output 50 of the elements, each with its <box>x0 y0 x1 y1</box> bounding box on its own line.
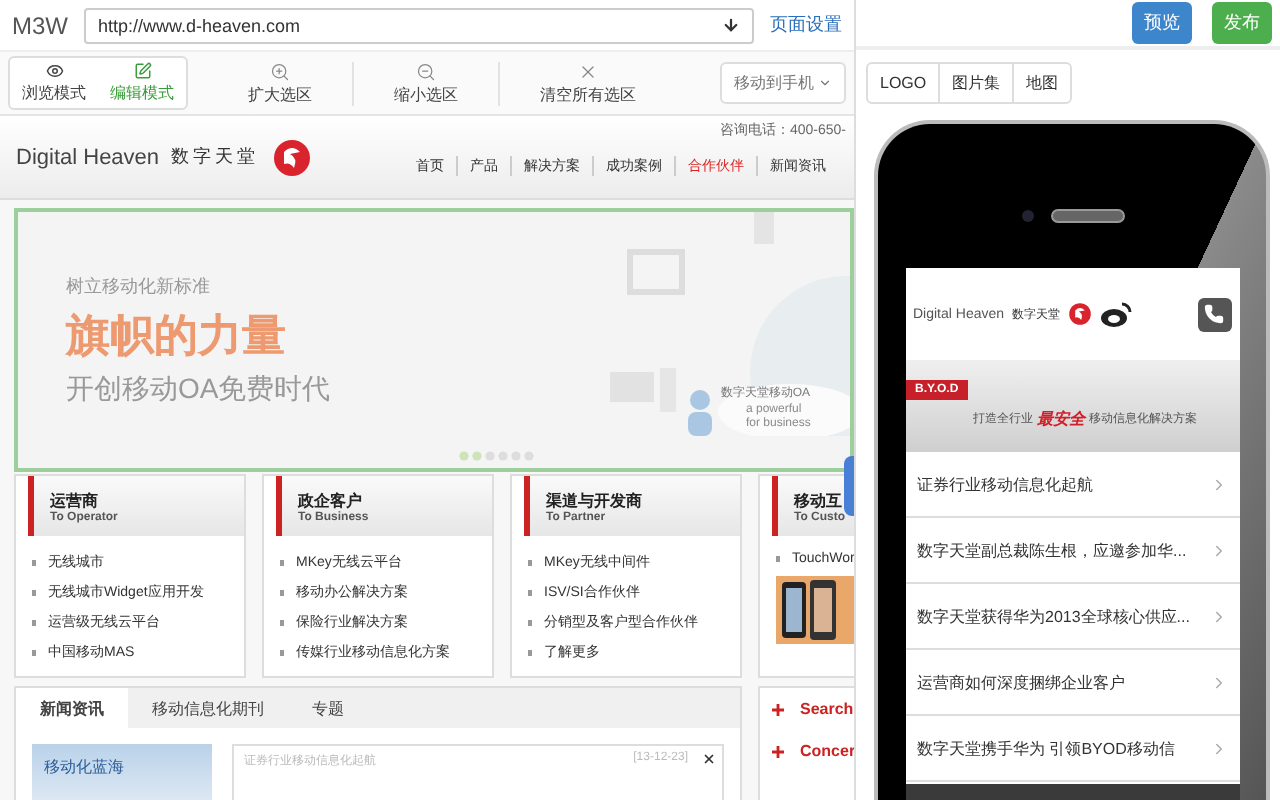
zoom-in-icon <box>270 61 290 81</box>
close-icon[interactable] <box>702 752 716 766</box>
weibo-icon[interactable] <box>1100 300 1133 328</box>
logo-text: 数字天堂 <box>171 144 260 170</box>
news-item[interactable]: 证券行业移动信息化起航 <box>905 452 1239 518</box>
side-tab[interactable] <box>844 456 854 516</box>
tool-button[interactable]: 清空所有选区 <box>528 57 648 109</box>
card-title: 移动互 <box>794 489 842 509</box>
plus-icon <box>772 703 784 715</box>
url-field[interactable]: http://www.d-heaven.com <box>84 7 754 43</box>
mode-button[interactable]: 浏览模式 <box>10 58 98 108</box>
news-item[interactable]: 数字天堂获得华为2013全球核心供应... <box>905 584 1239 650</box>
edit-icon <box>133 62 151 80</box>
logo-text: Digital Heaven <box>16 145 160 169</box>
caret-icon <box>818 76 832 90</box>
eye-icon <box>45 62 63 80</box>
news-item[interactable]: 运营商如何深度捆绑企业客户 <box>905 650 1239 716</box>
slide-dots[interactable] <box>458 450 538 462</box>
zoom-out-icon <box>416 61 436 81</box>
side-title: Concer <box>800 742 854 760</box>
widget-tab[interactable]: 图片集 <box>938 62 1015 104</box>
widget-tab[interactable]: 地图 <box>1012 62 1073 104</box>
promo-highlight: 最安全 <box>1037 407 1085 429</box>
logo-icon <box>271 137 312 177</box>
banner-kicker: 树立移动化新标准 <box>66 273 210 299</box>
mode-button[interactable]: 编辑模式 <box>98 58 186 108</box>
widget-tab[interactable]: LOGO <box>866 62 941 104</box>
news-tab[interactable]: 专题 <box>288 688 368 728</box>
action-button[interactable]: 预览 <box>1132 2 1192 44</box>
move-dropdown[interactable]: 移动到手机 <box>720 62 846 104</box>
news-tab[interactable]: 新闻资讯 <box>16 688 128 728</box>
tool-button[interactable]: 缩小选区 <box>382 57 470 109</box>
tool-button[interactable]: 扩大选区 <box>236 57 324 109</box>
logo-icon <box>1068 302 1093 326</box>
download-icon[interactable] <box>722 16 740 34</box>
card-title: 运营商 <box>50 489 98 509</box>
card-title: 渠道与开发商 <box>546 489 644 509</box>
news-item[interactable]: 数字天堂携手华为 引领BYOD移动信 <box>905 716 1239 782</box>
phone-icon[interactable] <box>1197 297 1231 331</box>
settings-link[interactable]: 页面设置 <box>770 12 842 38</box>
card-title: 政企客户 <box>298 489 362 509</box>
banner-headline: 旗帜的力量 <box>66 307 286 363</box>
news-tab[interactable]: 移动信息化期刊 <box>128 688 288 728</box>
close-icon <box>578 61 598 81</box>
banner-subline: 开创移动OA免费时代 <box>66 371 331 407</box>
plus-icon <box>772 745 784 757</box>
side-title: Search <box>800 700 854 718</box>
feature-banner[interactable]: 移动化蓝海 <box>32 744 212 800</box>
news-item[interactable]: 数字天堂副总裁陈生根，应邀参加华... <box>905 518 1239 584</box>
app-name: M3W <box>12 11 68 39</box>
